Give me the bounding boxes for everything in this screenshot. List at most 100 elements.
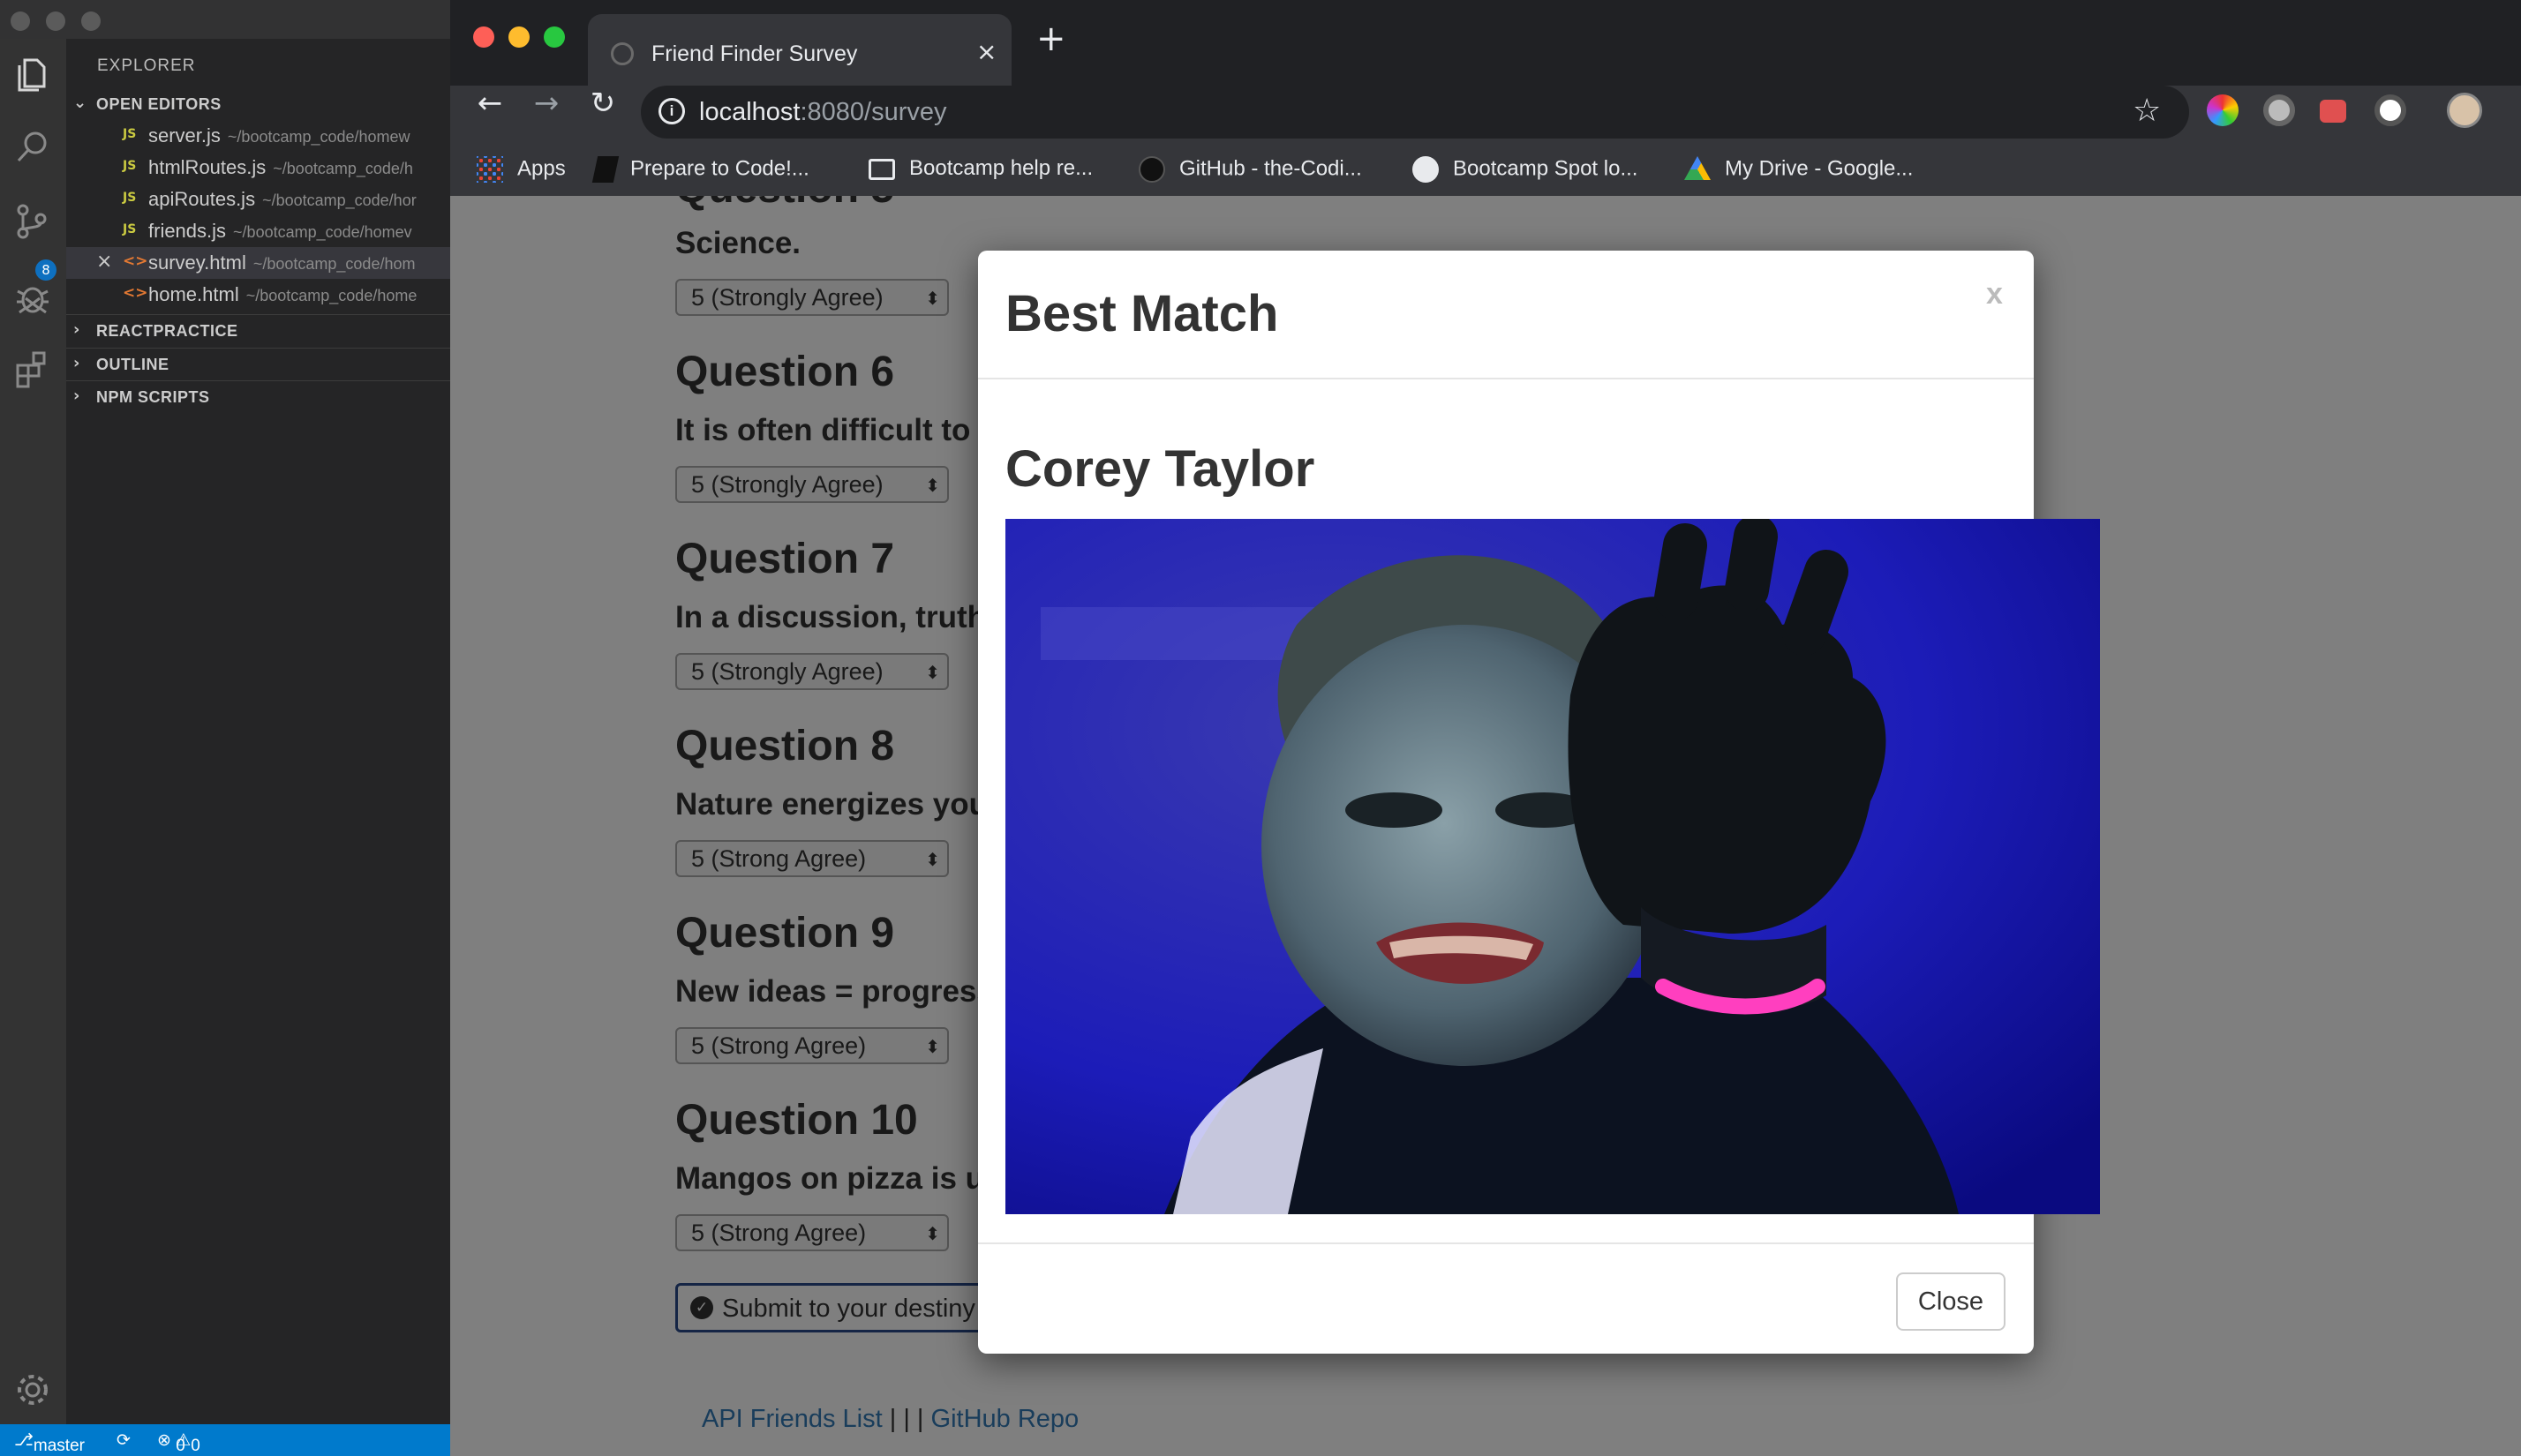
branch-name: master xyxy=(33,1437,85,1455)
file-name: friends.js xyxy=(148,220,227,242)
modal-header: Best Match x xyxy=(978,251,2034,379)
window-close-dot[interactable] xyxy=(11,11,30,31)
bookmark-apps[interactable]: Apps xyxy=(477,156,566,183)
vscode-titlebar xyxy=(0,0,450,39)
record-extension-icon[interactable] xyxy=(2263,94,2295,126)
section-reactpractice[interactable]: › REACTPRACTICE xyxy=(66,314,450,346)
bookmarks-bar: Apps Prepare to Code!... Bootcamp help r… xyxy=(450,147,2521,200)
back-button[interactable]: ← xyxy=(468,86,512,130)
minimize-window-button[interactable] xyxy=(508,26,530,48)
tab-title: Friend Finder Survey xyxy=(651,41,858,66)
bookmark-label: My Drive - Google... xyxy=(1725,156,1914,181)
bookmark-label: GitHub - the-Codi... xyxy=(1179,156,1362,181)
chevron-right-icon: › xyxy=(73,387,80,405)
modal-footer: Close xyxy=(978,1242,2034,1354)
file-path: ~/bootcamp_code/hom xyxy=(252,255,416,273)
branch-indicator[interactable]: ⎇ master xyxy=(14,1430,85,1455)
open-editors-label: OPEN EDITORS xyxy=(96,95,222,113)
url-host: localhost xyxy=(699,98,801,126)
match-photo xyxy=(1005,519,2100,1214)
browser-window: Friend Finder Survey × + ← → ↻ i localho… xyxy=(450,0,2521,1456)
open-editors-header[interactable]: ⌄ OPEN EDITORS xyxy=(66,88,450,120)
avatar[interactable] xyxy=(2447,93,2482,128)
open-editor-item[interactable]: JS server.js ~/bootcamp_code/homew xyxy=(66,120,450,152)
bookmark-help[interactable]: Bootcamp help re... xyxy=(869,156,1093,181)
file-path: ~/bootcamp_code/homev xyxy=(233,223,412,241)
tab-friend-finder[interactable]: Friend Finder Survey × xyxy=(588,14,1012,86)
zoom-window-button[interactable] xyxy=(544,26,565,48)
json-extension-icon[interactable] xyxy=(2374,94,2406,126)
new-tab-button[interactable]: + xyxy=(1036,21,1066,56)
error-count: 0 xyxy=(176,1437,185,1455)
js-file-icon: JS xyxy=(123,159,137,173)
warning-count: 0 xyxy=(191,1437,200,1455)
video-extension-icon[interactable] xyxy=(2320,100,2346,123)
extensions-icon[interactable] xyxy=(12,349,53,390)
color-extension-icon[interactable] xyxy=(2207,94,2239,126)
bookmark-label: Prepare to Code!... xyxy=(630,156,809,181)
bookmark-bootcamp-spot[interactable]: Bootcamp Spot lo... xyxy=(1412,156,1637,183)
bookmark-star-icon[interactable]: ☆ xyxy=(2133,93,2161,129)
gear-icon[interactable] xyxy=(12,1370,53,1410)
section-label: OUTLINE xyxy=(96,356,169,373)
best-match-modal: Best Match x Corey Taylor Close xyxy=(978,251,2100,1354)
open-editor-item[interactable]: <> home.html ~/bootcamp_code/home xyxy=(66,279,450,311)
chevron-right-icon: › xyxy=(73,320,80,339)
open-editor-item[interactable]: JS htmlRoutes.js ~/bootcamp_code/h xyxy=(66,152,450,184)
file-name: server.js xyxy=(148,124,221,146)
globe-icon xyxy=(1412,156,1439,183)
bookmark-prepare[interactable]: Prepare to Code!... xyxy=(591,156,809,183)
bookmark-label: Bootcamp help re... xyxy=(909,156,1094,180)
section-npm-scripts[interactable]: › NPM SCRIPTS xyxy=(66,380,450,412)
file-path: ~/bootcamp_code/home xyxy=(245,287,418,304)
bookmark-my-drive[interactable]: My Drive - Google... xyxy=(1684,156,1913,183)
folder-icon xyxy=(869,158,895,180)
info-icon[interactable]: i xyxy=(658,98,685,124)
js-file-icon: JS xyxy=(123,222,137,236)
html-file-icon: <> xyxy=(123,284,148,302)
explorer-sidebar: EXPLORER ⌄ OPEN EDITORS JS server.js ~/bo… xyxy=(66,39,450,1424)
problems-indicator[interactable]: ⊗ 0 ⚠ 0 xyxy=(157,1430,200,1455)
debug-icon[interactable] xyxy=(12,277,53,318)
window-minimize-dot[interactable] xyxy=(46,11,65,31)
search-icon[interactable] xyxy=(12,127,53,168)
page-content: Question 5 Science. 5 (Strongly Agree)⬍ … xyxy=(450,196,2521,1456)
section-outline[interactable]: › OUTLINE xyxy=(66,348,450,379)
js-file-icon: JS xyxy=(123,191,137,205)
activity-bar: 8 xyxy=(0,39,66,1424)
globe-icon xyxy=(611,42,634,65)
js-file-icon: JS xyxy=(123,127,137,141)
files-icon[interactable] xyxy=(12,55,53,95)
close-icon[interactable]: × xyxy=(96,251,112,273)
address-bar[interactable]: i localhost:8080/survey ☆ xyxy=(641,86,2189,139)
url-text: localhost:8080/survey xyxy=(699,98,947,127)
bookmark-github[interactable]: GitHub - the-Codi... xyxy=(1139,156,1362,183)
bookmark-label: Bootcamp Spot lo... xyxy=(1453,156,1638,181)
close-button[interactable]: Close xyxy=(1896,1272,2006,1331)
sync-icon[interactable]: ⟳ xyxy=(117,1430,131,1451)
file-name: survey.html xyxy=(148,251,246,274)
drive-icon xyxy=(1684,156,1711,180)
open-editor-item-active[interactable]: × <> survey.html ~/bootcamp_code/hom xyxy=(66,247,450,279)
chevron-down-icon: ⌄ xyxy=(73,94,87,112)
file-name: htmlRoutes.js xyxy=(148,156,267,178)
close-window-button[interactable] xyxy=(473,26,494,48)
file-path: ~/bootcamp_code/h xyxy=(273,160,413,177)
reload-button[interactable]: ↻ xyxy=(581,86,625,130)
file-name: apiRoutes.js xyxy=(148,188,256,210)
file-name: home.html xyxy=(148,283,239,305)
modal-close-x[interactable]: x xyxy=(1986,277,2003,311)
section-label: REACTPRACTICE xyxy=(96,322,238,340)
file-path: ~/bootcamp_code/hor xyxy=(262,191,417,209)
match-name: Corey Taylor xyxy=(1005,440,1315,498)
section-label: NPM SCRIPTS xyxy=(96,388,210,406)
apps-grid-icon xyxy=(477,156,503,183)
open-editor-item[interactable]: JS apiRoutes.js ~/bootcamp_code/hor xyxy=(66,184,450,215)
tab-strip: Friend Finder Survey × + xyxy=(450,0,2521,86)
chevron-right-icon: › xyxy=(73,354,80,372)
source-control-icon[interactable] xyxy=(12,201,53,242)
close-icon[interactable]: × xyxy=(976,37,997,66)
window-zoom-dot[interactable] xyxy=(81,11,101,31)
open-editor-item[interactable]: JS friends.js ~/bootcamp_code/homev xyxy=(66,215,450,247)
forward-button[interactable]: → xyxy=(524,86,568,130)
